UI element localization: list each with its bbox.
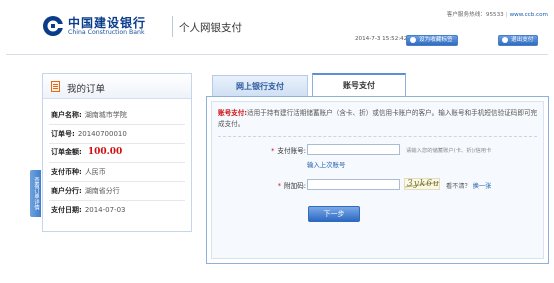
star-icon: [410, 37, 416, 43]
ccb-logo-icon: [43, 16, 64, 36]
account-label: * 支付账号:: [271, 147, 306, 155]
account-hint: 请输入您的储蓄账户(卡、折)/信用卡: [406, 148, 492, 154]
captcha-text: 3yk6u: [407, 179, 440, 189]
amount-value: 100.00: [87, 147, 123, 157]
merchant-name-row: 商户名称: 湖南城市学院: [51, 110, 127, 120]
hotline-label: 客户服务热线：95533: [446, 12, 504, 18]
branch-value: 湖南省分行: [84, 187, 120, 195]
amount-row: 订单金额: 100.00: [51, 147, 122, 157]
current-datetime: 2014-7-3 15:52:42: [355, 36, 408, 42]
exit-icon: [502, 37, 508, 43]
notice-text: 适用于持有建行活期储蓄账户（含卡、折）或信用卡账户的客户。输入账号和手机短信验证…: [218, 109, 538, 128]
order-panel-header: 我的订单: [43, 74, 191, 99]
notice-label: 账号支付:: [218, 109, 248, 117]
exit-button-label: 退出支付: [511, 37, 534, 43]
exit-button[interactable]: 退出支付: [498, 35, 539, 46]
branch-label: 商户分行:: [51, 187, 82, 195]
captcha-refresh: 看不清？ 换一张: [446, 181, 491, 190]
tab-account-pay[interactable]: 账号支付: [312, 73, 406, 97]
notice-divider: [218, 136, 537, 137]
next-button[interactable]: 下一步: [308, 206, 360, 222]
order-detail-side-tab[interactable]: 查看订单详情: [30, 170, 41, 217]
merchant-name-value: 湖南城市学院: [84, 111, 127, 119]
code-label: * 附加码:: [277, 182, 306, 190]
favorite-button-label: 设为收藏标签: [419, 37, 453, 43]
notice: 账号支付:适用于持有建行活期储蓄账户（含卡、折）或信用卡账户的客户。输入账号和手…: [218, 108, 543, 129]
unclear-text: 看不清？: [446, 183, 471, 190]
last-account-link[interactable]: 输入上次账号: [307, 160, 345, 169]
service-name: 个人网银支付: [179, 22, 242, 34]
date-label: 支付日期:: [51, 206, 82, 214]
code-input[interactable]: [307, 179, 400, 190]
logo-divider: [172, 16, 173, 37]
site-link[interactable]: www.ccb.com: [510, 12, 548, 18]
order-icon: [51, 81, 60, 92]
captcha-image[interactable]: 3yk6u: [404, 178, 440, 190]
favorite-button[interactable]: 设为收藏标签: [406, 35, 458, 46]
currency-value: 人民币: [84, 168, 106, 176]
order-no-value: 20140700010: [77, 130, 127, 138]
account-input[interactable]: [307, 144, 400, 155]
date-value: 2014-07-03: [84, 206, 126, 214]
change-captcha-link[interactable]: 换一张: [473, 183, 492, 190]
currency-label: 支付币种:: [51, 168, 82, 176]
branch-row: 商户分行: 湖南省分行: [51, 186, 120, 196]
currency-row: 支付币种: 人民币: [51, 167, 106, 177]
date-row: 支付日期: 2014-07-03: [51, 205, 126, 215]
order-panel: 我的订单 商户名称: 湖南城市学院 订单号: 20140700010 订单金额: 10…: [42, 73, 192, 232]
amount-label: 订单金额:: [51, 148, 82, 156]
order-no-label: 订单号:: [51, 130, 75, 138]
tab-online-banking[interactable]: 网上银行支付: [212, 75, 308, 97]
hotline: 客户服务热线：95533 | www.ccb.com: [446, 12, 548, 18]
header-divider: [6, 54, 548, 55]
order-title: 我的订单: [67, 84, 106, 95]
merchant-name-label: 商户名称:: [51, 111, 82, 119]
order-no-row: 订单号: 20140700010: [51, 129, 127, 139]
bank-name-en: China Construction Bank: [68, 29, 145, 36]
